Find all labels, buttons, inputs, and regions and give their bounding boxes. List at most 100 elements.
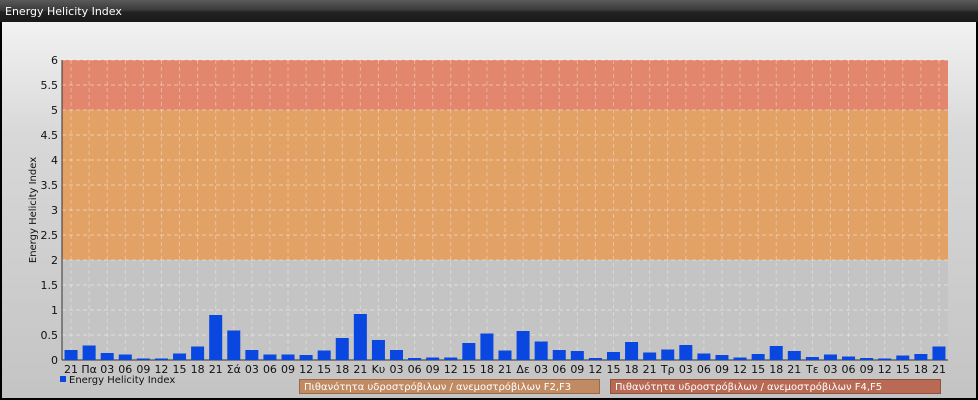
x-tick-label: 21 [932, 363, 946, 376]
x-tick-label: 15 [317, 363, 331, 376]
x-tick-label: 06 [842, 363, 856, 376]
x-tick-label: 21 [643, 363, 657, 376]
x-tick-label: 06 [263, 363, 277, 376]
bar [787, 351, 801, 360]
x-tick-label: 12 [588, 363, 602, 376]
chart-widget: Energy Helicity Index 0 0.5 1 1.5 2 2.5 3 3.5 4 4… [0, 0, 978, 400]
x-tick-label: 15 [462, 363, 476, 376]
x-tick-label: 15 [606, 363, 620, 376]
bar [173, 353, 187, 360]
x-tick-label: 12 [299, 363, 313, 376]
bar [552, 350, 566, 360]
chart-svg: 0 0.5 1 1.5 2 2.5 3 3.5 4 4.5 5 5.5 6 Energy Helicity… [28, 54, 948, 376]
y-tick-label: 3 [51, 204, 58, 217]
bar [823, 354, 837, 360]
bar [100, 353, 114, 360]
bar [281, 354, 295, 360]
bar [408, 358, 422, 360]
x-tick-label: 06 [408, 363, 422, 376]
bar [588, 358, 602, 360]
y-tick-label: 5.5 [41, 79, 59, 92]
bar [878, 358, 892, 360]
x-tick-label: 03 [390, 363, 404, 376]
bar [697, 353, 711, 360]
bar [570, 351, 584, 360]
x-tick-label: Κυ [372, 363, 386, 376]
x-tick-label: 09 [281, 363, 295, 376]
x-tick-label: 21 [353, 363, 367, 376]
x-tick-label: 18 [625, 363, 639, 376]
bar [191, 346, 205, 360]
bar [299, 355, 313, 360]
bar [914, 354, 928, 360]
x-tick-label: 09 [426, 363, 440, 376]
bar [227, 330, 241, 360]
bar [263, 354, 277, 360]
x-tick-label: 18 [191, 363, 205, 376]
bar [371, 340, 385, 360]
x-tick-label: 12 [444, 363, 458, 376]
bar [317, 350, 331, 360]
y-tick-label: 4 [51, 154, 58, 167]
bar [64, 350, 78, 360]
y-tick-label: 3.5 [41, 179, 59, 192]
bar [462, 343, 476, 360]
y-tick-label: 0.5 [41, 329, 59, 342]
x-tick-label: 18 [480, 363, 494, 376]
x-tick-label: 09 [715, 363, 729, 376]
bar [715, 355, 729, 360]
bar [896, 355, 910, 360]
bar [534, 341, 548, 360]
y-tick-label: 2 [51, 254, 58, 267]
legend-swatch [60, 376, 66, 382]
y-tick-label: 4.5 [41, 129, 59, 142]
band-label-f4f5: Πιθανότητα υδροστρόβιλων / ανεμοστρόβιλω… [610, 379, 941, 394]
y-tick-label: 2.5 [41, 229, 59, 242]
x-tick-label: 06 [552, 363, 566, 376]
y-tick-label: 6 [51, 54, 58, 67]
bar [353, 314, 367, 360]
x-tick-label: 09 [570, 363, 584, 376]
bar [932, 346, 946, 360]
x-tick-label: Σά [227, 363, 241, 376]
x-tick-label: 21 [498, 363, 512, 376]
bar [498, 350, 512, 360]
x-tick-label: Τρ [660, 363, 675, 376]
bar [516, 331, 530, 360]
bar [444, 357, 458, 360]
bar [245, 350, 259, 360]
bar [842, 356, 856, 360]
y-tick-label: 0 [51, 354, 58, 367]
bar [335, 338, 349, 360]
bar [769, 346, 783, 360]
bar [154, 358, 168, 360]
legend[interactable]: Energy Helicity Index [60, 375, 175, 386]
x-tick-label: 21 [209, 363, 223, 376]
x-tick-label: 15 [751, 363, 765, 376]
x-tick-label: 12 [878, 363, 892, 376]
bar [390, 350, 404, 360]
x-tick-label: 03 [823, 363, 837, 376]
y-axis-title: Energy Helicity Index [28, 157, 39, 263]
bar [606, 352, 620, 360]
x-tick-label: 18 [335, 363, 349, 376]
bar [209, 315, 223, 360]
x-tick-label: 03 [679, 363, 693, 376]
bar [426, 357, 440, 360]
x-tick-label: 09 [860, 363, 874, 376]
legend-label: Energy Helicity Index [69, 375, 176, 386]
x-tick-label: 12 [733, 363, 747, 376]
bar [136, 358, 150, 360]
x-tick-label: 18 [914, 363, 928, 376]
x-tick-label: Τε [805, 363, 819, 376]
x-tick-label: 15 [896, 363, 910, 376]
bar [751, 354, 765, 360]
bar [643, 352, 657, 360]
band-label-f2f3: Πιθανότητα υδροστρόβιλων / ανεμοστρόβιλω… [299, 379, 600, 394]
x-tick-label: 03 [245, 363, 259, 376]
bar [118, 354, 132, 360]
x-tick-label: 03 [534, 363, 548, 376]
bar [480, 333, 494, 360]
y-tick-label: 1.5 [41, 279, 59, 292]
bar [82, 345, 96, 360]
